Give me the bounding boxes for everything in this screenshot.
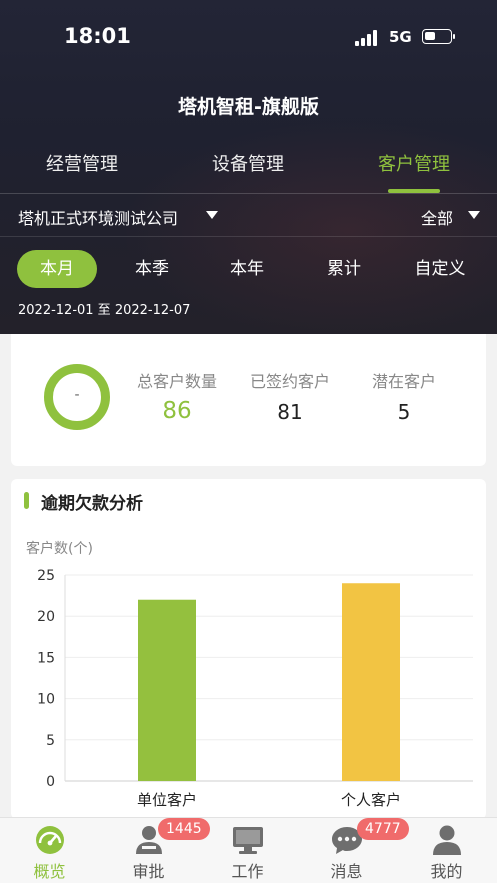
y-tick-label: 10 (37, 692, 55, 708)
y-tick-label: 25 (37, 568, 55, 584)
tab-business[interactable]: 经营管理 (12, 150, 152, 176)
x-tick-label: 个人客户 (341, 791, 401, 809)
filter-row: 塔机正式环境测试公司 全部 (0, 195, 497, 237)
section-accent-bar (24, 492, 29, 509)
customer-summary-card: - 总客户数量 86 已签约客户 81 潜在客户 5 (11, 334, 486, 466)
top-tabs: 经营管理 设备管理 客户管理 (0, 140, 497, 194)
stat-potential: 潜在客户 5 (344, 368, 464, 424)
network-type: 5G (389, 28, 412, 46)
bottom-tabbar: 概览 1445 审批 工作 4777 消息 我的 (0, 817, 497, 883)
y-tick-label: 20 (37, 609, 55, 625)
stat-total-label: 总客户数量 (136, 372, 217, 391)
period-quarter[interactable]: 本季 (112, 250, 192, 288)
stat-total-value: 86 (162, 398, 192, 424)
tab-active-underline (388, 189, 440, 193)
stat-signed-label: 已签约客户 (249, 372, 330, 391)
tabbar-label: 概览 (33, 862, 66, 881)
section-title: 逾期欠款分析 (41, 494, 143, 514)
tab-equipment[interactable]: 设备管理 (178, 150, 318, 176)
tabbar-overview[interactable]: 概览 (0, 818, 99, 883)
stat-potential-label: 潜在客户 (371, 372, 436, 391)
caret-down-icon[interactable] (468, 211, 480, 219)
user-profile-icon (433, 825, 461, 855)
stat-signed-value: 81 (277, 400, 303, 424)
tabbar-me[interactable]: 我的 (397, 818, 496, 883)
scope-selector[interactable]: 全部 (421, 205, 453, 229)
tabbar-messages[interactable]: 4777 消息 (297, 818, 409, 883)
tabbar-label: 工作 (231, 862, 264, 881)
app-title: 塔机智租-旗舰版 (178, 96, 319, 118)
period-custom[interactable]: 自定义 (400, 250, 480, 288)
y-tick-label: 0 (46, 774, 55, 790)
status-time: 18:01 (64, 24, 131, 48)
dashboard-gauge-icon (36, 826, 64, 854)
period-selector: 本月 本季 本年 累计 自定义 (0, 250, 497, 290)
y-tick-label: 5 (46, 733, 55, 749)
monitor-icon (233, 827, 263, 854)
overdue-analysis-card: 逾期欠款分析 客户数(个) 0 5 10 15 20 25 单位客户 个人客户 (11, 479, 486, 819)
battery-icon (422, 29, 455, 44)
status-bar: 18:01 5G (0, 0, 497, 75)
tabbar-label: 消息 (330, 862, 363, 881)
tabbar-label: 审批 (132, 862, 165, 881)
y-tick-label: 15 (37, 650, 55, 666)
tabbar-approval[interactable]: 1445 审批 (99, 818, 210, 883)
stat-potential-value: 5 (397, 400, 411, 424)
bar-2 (342, 583, 400, 781)
ring-center-label: - (74, 387, 80, 403)
tabbar-work[interactable]: 工作 (198, 818, 297, 883)
caret-down-icon[interactable] (206, 211, 218, 219)
period-cumulative[interactable]: 累计 (304, 250, 384, 288)
period-month[interactable]: 本月 (17, 250, 97, 288)
tab-customer[interactable]: 客户管理 (344, 150, 484, 176)
signal-icon (355, 30, 381, 46)
stat-total: 总客户数量 86 (117, 368, 237, 424)
overdue-bar-chart: 客户数(个) 0 5 10 15 20 25 单位客户 个人客户 (26, 540, 473, 809)
y-axis-label: 客户数(个) (26, 540, 93, 557)
customer-ring-chart: - (44, 364, 110, 430)
header: 18:01 5G 塔机智租-旗舰版 经营管理 设备管理 客户管理 塔机正式环境测… (0, 0, 497, 334)
company-selector[interactable]: 塔机正式环境测试公司 (18, 205, 178, 229)
date-range: 2022-12-01 至 2022-12-07 (18, 303, 191, 318)
stat-signed: 已签约客户 81 (230, 368, 350, 424)
tabbar-label: 我的 (430, 862, 463, 881)
period-year[interactable]: 本年 (207, 250, 287, 288)
bar-1 (138, 599, 196, 781)
x-tick-label: 单位客户 (137, 791, 197, 809)
